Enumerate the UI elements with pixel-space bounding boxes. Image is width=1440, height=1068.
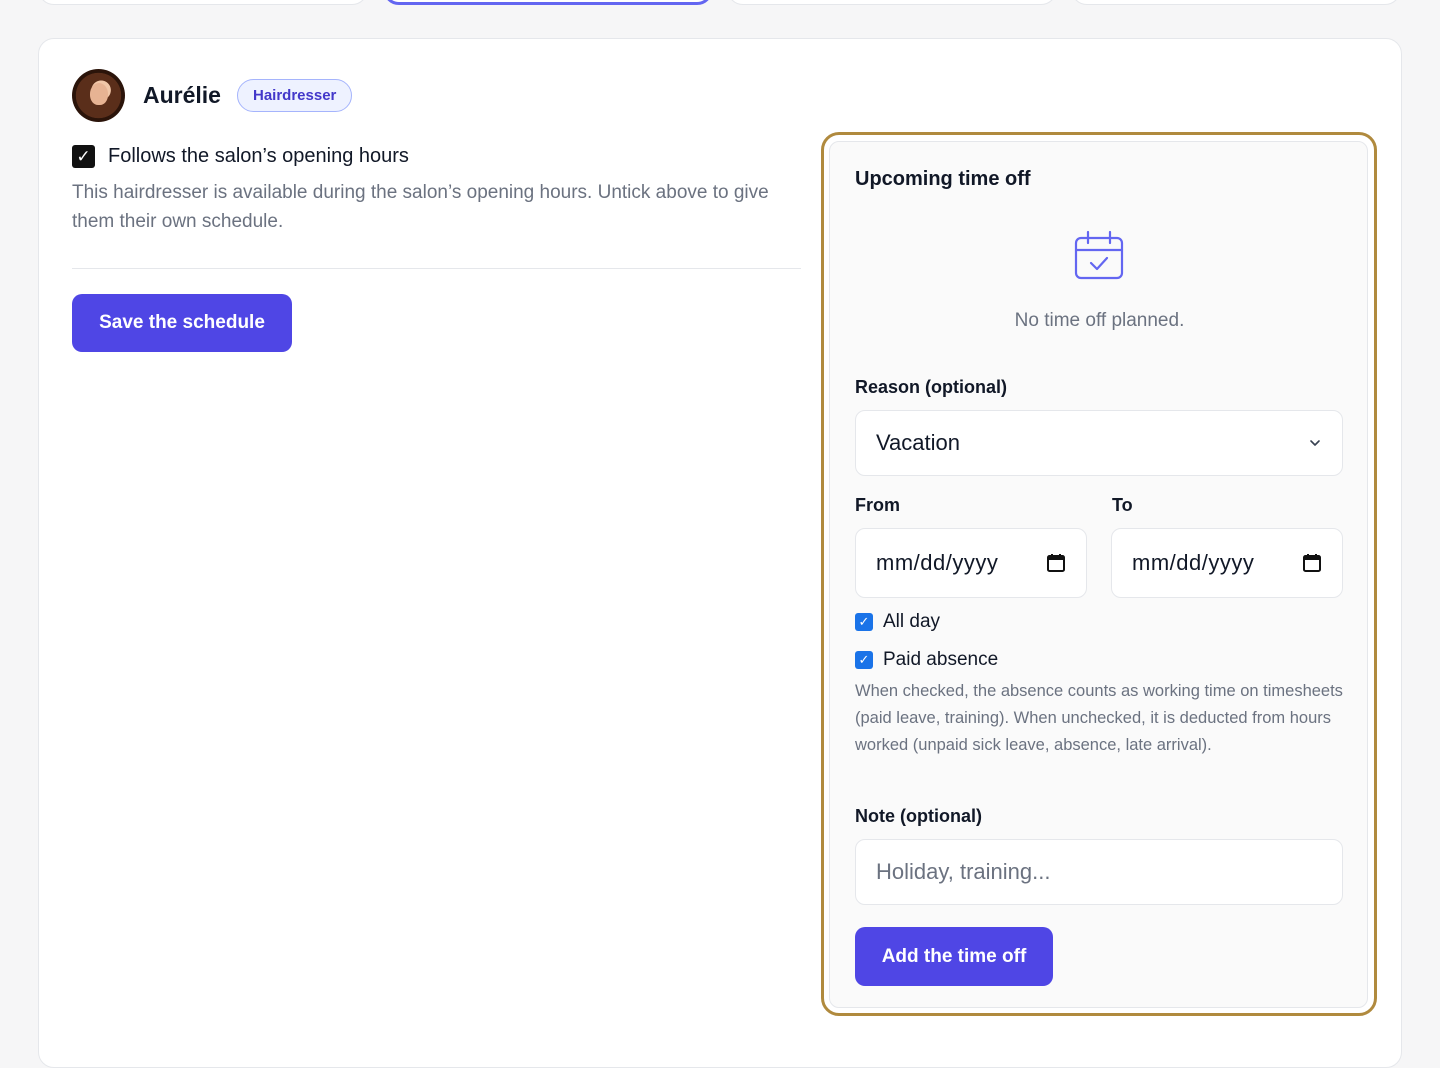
reason-select[interactable]: Vacation (855, 410, 1343, 476)
role-badge: Hairdresser (236, 79, 353, 112)
save-schedule-button[interactable]: Save the schedule (72, 294, 292, 352)
follow-hours-row[interactable]: ✓ Follows the salon’s opening hours (72, 145, 409, 168)
avatar (72, 69, 125, 122)
paid-absence-row[interactable]: ✓ Paid absence (855, 649, 998, 671)
add-time-off-button[interactable]: Add the time off (855, 927, 1053, 986)
follow-hours-label: Follows the salon’s opening hours (108, 145, 409, 167)
to-label: To (1112, 495, 1133, 515)
tab-card-active[interactable] (383, 0, 713, 5)
all-day-checkbox[interactable]: ✓ (855, 613, 873, 631)
paid-absence-label: Paid absence (883, 649, 999, 670)
staff-name: Aurélie (143, 82, 221, 108)
tab-card[interactable] (38, 0, 368, 5)
to-date-value: mm/dd/yyyy (1132, 550, 1255, 575)
from-label: From (855, 495, 900, 515)
paid-absence-help: When checked, the absence counts as work… (855, 682, 1343, 754)
follow-hours-checkbox[interactable]: ✓ (72, 145, 95, 168)
from-date-value: mm/dd/yyyy (876, 550, 999, 575)
all-day-label: All day (883, 611, 941, 632)
chevron-down-icon (1310, 440, 1320, 446)
empty-state-text: No time off planned. (1014, 310, 1185, 331)
divider (72, 268, 801, 269)
follow-hours-help: This hairdresser is available during the… (72, 182, 769, 232)
top-tabs (0, 0, 1440, 6)
tab-card[interactable] (727, 0, 1057, 5)
reason-select-value: Vacation (876, 430, 960, 455)
note-input[interactable] (855, 839, 1343, 905)
calendar-check-icon (1074, 230, 1124, 280)
staff-header: Aurélie Hairdresser (72, 69, 353, 122)
from-date-input[interactable]: mm/dd/yyyy (855, 528, 1087, 598)
note-label: Note (optional) (855, 806, 982, 826)
to-date-input[interactable]: mm/dd/yyyy (1111, 528, 1343, 598)
time-off-title: Upcoming time off (855, 168, 1031, 190)
time-off-panel: Upcoming time off No time off planned. R… (829, 141, 1368, 1008)
calendar-icon[interactable] (1046, 553, 1066, 573)
reason-label: Reason (optional) (855, 377, 1007, 397)
tab-card[interactable] (1071, 0, 1401, 5)
paid-absence-checkbox[interactable]: ✓ (855, 651, 873, 669)
all-day-row[interactable]: ✓ All day (855, 611, 940, 633)
calendar-icon[interactable] (1302, 553, 1322, 573)
